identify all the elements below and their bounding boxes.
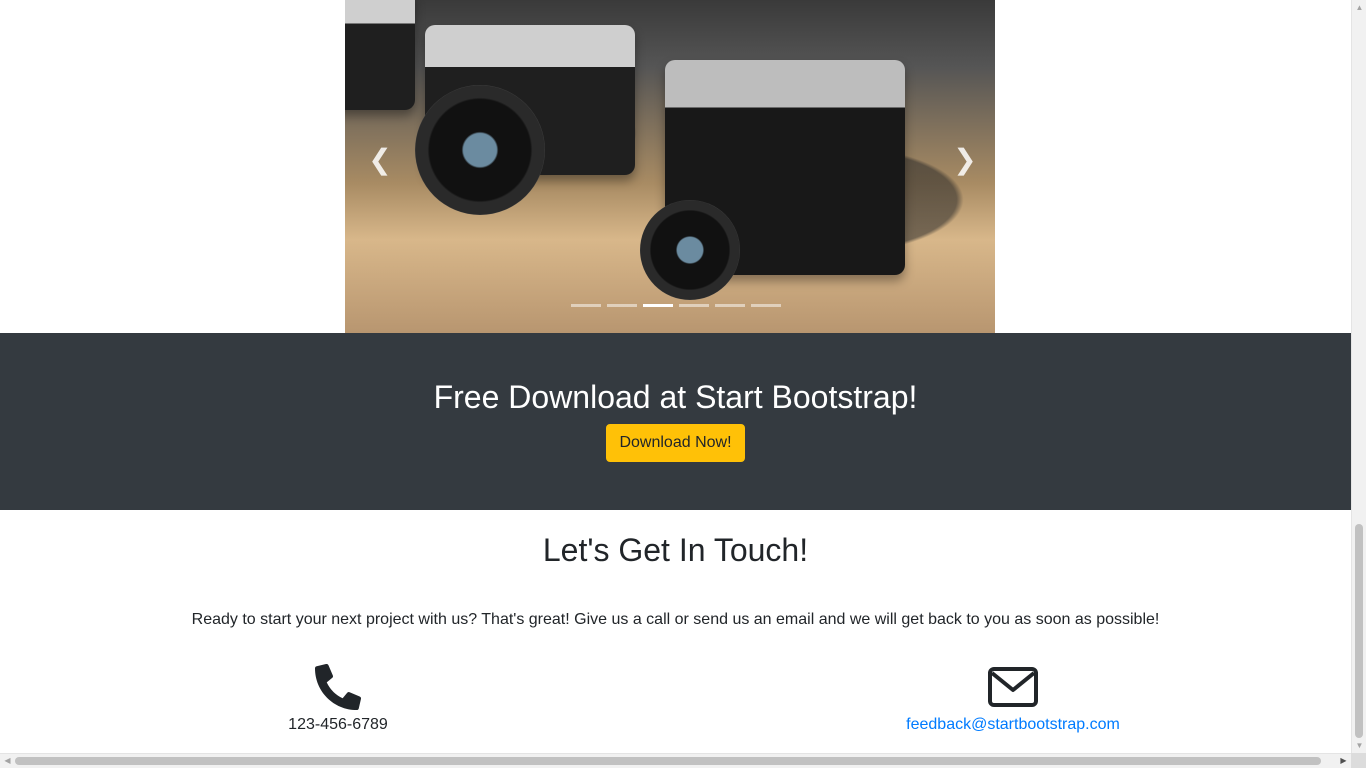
phone-number: 123-456-6789 — [288, 716, 388, 733]
contact-heading: Let's Get In Touch! — [542, 532, 809, 568]
carousel-indicator[interactable] — [751, 304, 781, 307]
chevron-right-icon: ❯ — [953, 144, 977, 175]
download-heading: Free Download at Start Bootstrap! — [433, 379, 918, 415]
carousel-indicator[interactable] — [643, 304, 673, 307]
vertical-scroll-thumb[interactable] — [1355, 524, 1363, 738]
arrow-left-icon[interactable]: ◀ — [0, 754, 15, 768]
arrow-down-icon[interactable]: ▼ — [1352, 738, 1366, 753]
carousel-indicator[interactable] — [571, 304, 601, 307]
carousel-indicator[interactable] — [607, 304, 637, 307]
carousel-indicators — [345, 304, 995, 307]
contact-email: feedback@startbootstrap.com — [813, 664, 1213, 734]
image-carousel[interactable]: ❮ ❯ — [345, 0, 995, 333]
phone-icon — [315, 664, 361, 710]
chevron-left-icon: ❮ — [368, 144, 392, 175]
camera-image-left — [345, 0, 415, 110]
camera-lens — [640, 200, 740, 300]
carousel-indicator[interactable] — [679, 304, 709, 307]
envelope-icon — [988, 667, 1038, 707]
email-link[interactable]: feedback@startbootstrap.com — [813, 716, 1213, 734]
arrow-up-icon[interactable]: ▲ — [1352, 0, 1366, 15]
arrow-right-icon[interactable]: ▶ — [1336, 754, 1351, 768]
carousel-indicator[interactable] — [715, 304, 745, 307]
carousel-prev-button[interactable]: ❮ — [365, 145, 395, 175]
carousel-next-button[interactable]: ❯ — [950, 145, 980, 175]
camera-lens — [415, 85, 545, 215]
contact-lead-text: Ready to start your next project with us… — [191, 611, 1160, 628]
horizontal-scrollbar[interactable]: ◀ ▶ — [0, 753, 1351, 768]
contact-phone: 123-456-6789 — [138, 664, 538, 734]
horizontal-scroll-thumb[interactable] — [15, 757, 1321, 765]
download-section: Free Download at Start Bootstrap! Downlo… — [0, 333, 1351, 510]
scrollbar-corner — [1351, 753, 1366, 768]
download-now-button[interactable]: Download Now! — [606, 424, 745, 462]
vertical-scrollbar[interactable]: ▲ ▼ — [1351, 0, 1366, 753]
